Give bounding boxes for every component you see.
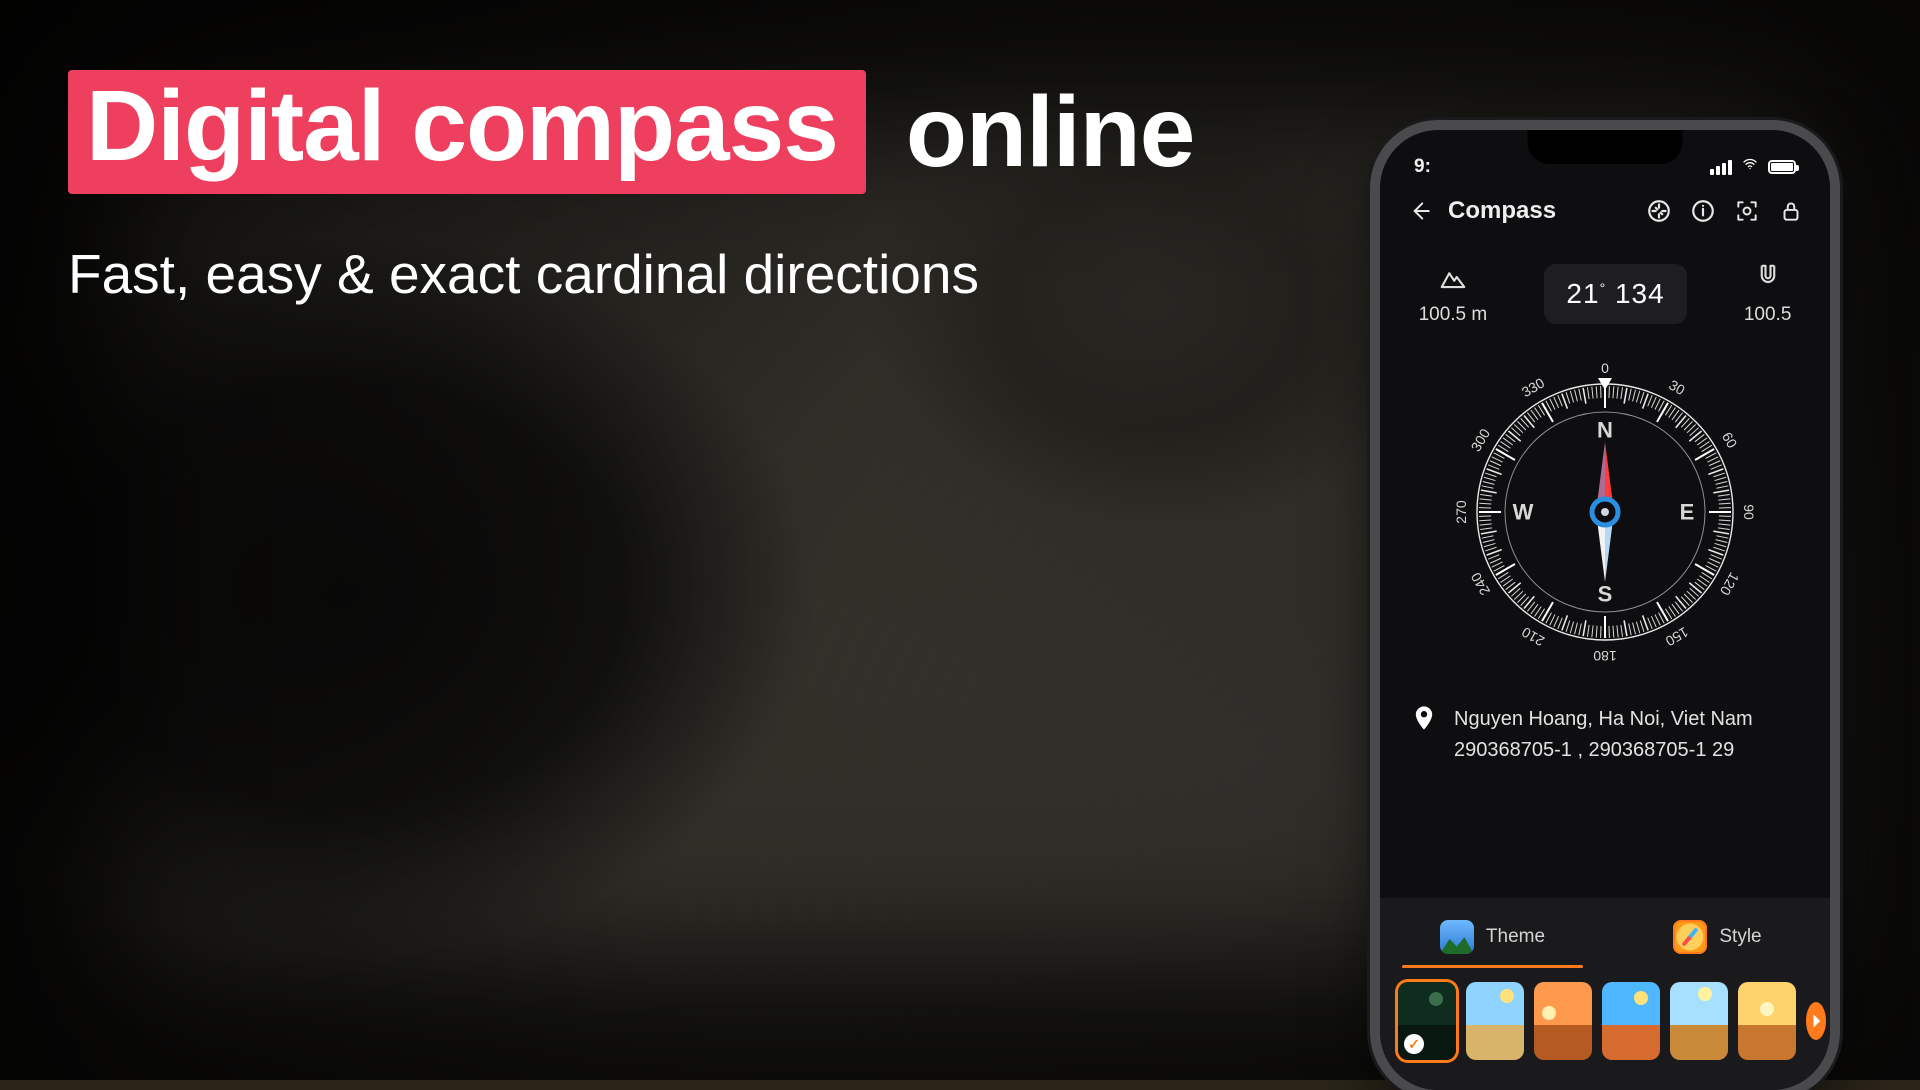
svg-text:E: E bbox=[1680, 500, 1695, 525]
compass-face[interactable]: 0 30 60 90 120 150 180 210 240 270 300 330 N E S W bbox=[1380, 334, 1830, 680]
info-button[interactable] bbox=[1688, 196, 1718, 226]
svg-text:W: W bbox=[1513, 500, 1534, 525]
status-indicators bbox=[1710, 156, 1796, 178]
theme-thumbnail[interactable] bbox=[1670, 982, 1728, 1060]
heading-display: 21° 134 bbox=[1544, 264, 1686, 324]
hero-headline: Digital compass online Fast, easy & exac… bbox=[68, 70, 1194, 306]
svg-text:120: 120 bbox=[1717, 570, 1743, 598]
svg-text:30: 30 bbox=[1666, 376, 1688, 398]
theme-tab-icon bbox=[1440, 920, 1474, 954]
svg-text:90: 90 bbox=[1741, 504, 1757, 520]
headline-tail: online bbox=[906, 82, 1194, 182]
svg-text:210: 210 bbox=[1519, 624, 1547, 650]
svg-text:180: 180 bbox=[1593, 648, 1617, 664]
theme-thumbnails bbox=[1380, 968, 1830, 1090]
tab-theme[interactable]: Theme bbox=[1380, 910, 1605, 968]
mountain-icon bbox=[1438, 262, 1468, 298]
location-address: Nguyen Hoang, Ha Noi, Viet Nam bbox=[1454, 704, 1753, 735]
svg-text:330: 330 bbox=[1519, 374, 1547, 400]
battery-icon bbox=[1768, 160, 1796, 174]
theme-thumbnail[interactable] bbox=[1398, 982, 1456, 1060]
svg-text:0: 0 bbox=[1601, 360, 1609, 376]
tab-style[interactable]: Style bbox=[1605, 910, 1830, 968]
headline-subtitle: Fast, easy & exact cardinal directions bbox=[68, 242, 1194, 306]
svg-text:60: 60 bbox=[1719, 429, 1741, 451]
theme-panel: Theme Style bbox=[1380, 898, 1830, 1090]
magnet-icon bbox=[1753, 262, 1783, 298]
theme-thumbnail[interactable] bbox=[1738, 982, 1796, 1060]
themes-next-button[interactable] bbox=[1806, 1002, 1826, 1040]
signal-icon bbox=[1710, 160, 1732, 175]
altitude-value: 100.5 m bbox=[1419, 304, 1488, 326]
page-title: Compass bbox=[1448, 197, 1556, 225]
magnet-value: 100.5 bbox=[1744, 304, 1792, 326]
theme-tabs: Theme Style bbox=[1380, 910, 1830, 968]
svg-text:300: 300 bbox=[1468, 426, 1494, 454]
phone-notch bbox=[1528, 130, 1683, 164]
tab-style-label: Style bbox=[1719, 926, 1761, 948]
tab-theme-label: Theme bbox=[1486, 926, 1545, 948]
camera-button[interactable] bbox=[1732, 196, 1762, 226]
back-button[interactable] bbox=[1404, 196, 1434, 226]
magnet-reading: 100.5 bbox=[1744, 262, 1792, 326]
svg-text:240: 240 bbox=[1467, 570, 1493, 598]
location-block[interactable]: Nguyen Hoang, Ha Noi, Viet Nam 290368705… bbox=[1380, 680, 1830, 790]
readings-row: 100.5 m 21° 134 100.5 bbox=[1380, 240, 1830, 334]
svg-text:150: 150 bbox=[1663, 624, 1691, 650]
theme-thumbnail[interactable] bbox=[1534, 982, 1592, 1060]
svg-text:270: 270 bbox=[1453, 500, 1469, 524]
style-tab-icon bbox=[1673, 920, 1707, 954]
location-pin-icon bbox=[1410, 704, 1438, 737]
location-coords: 290368705-1 , 290368705-1 29 bbox=[1454, 735, 1753, 766]
heading-value: 134 bbox=[1615, 278, 1665, 309]
flashlight-button[interactable] bbox=[1644, 196, 1674, 226]
theme-thumbnail[interactable] bbox=[1602, 982, 1660, 1060]
theme-thumbnail[interactable] bbox=[1466, 982, 1524, 1060]
phone-mock: 9: Compass 100.5 m 21° 134 100.5 0 30 60 90… bbox=[1380, 130, 1830, 1090]
altitude-reading: 100.5 m bbox=[1419, 262, 1488, 326]
degree-symbol: ° bbox=[1600, 280, 1607, 296]
heading-degrees: 21 bbox=[1566, 278, 1599, 309]
svg-text:S: S bbox=[1598, 582, 1613, 607]
lock-button[interactable] bbox=[1776, 196, 1806, 226]
wifi-icon bbox=[1740, 156, 1760, 178]
headline-highlight: Digital compass bbox=[68, 70, 866, 194]
status-time: 9: bbox=[1414, 156, 1431, 178]
svg-text:N: N bbox=[1597, 418, 1613, 443]
app-bar: Compass bbox=[1380, 182, 1830, 240]
